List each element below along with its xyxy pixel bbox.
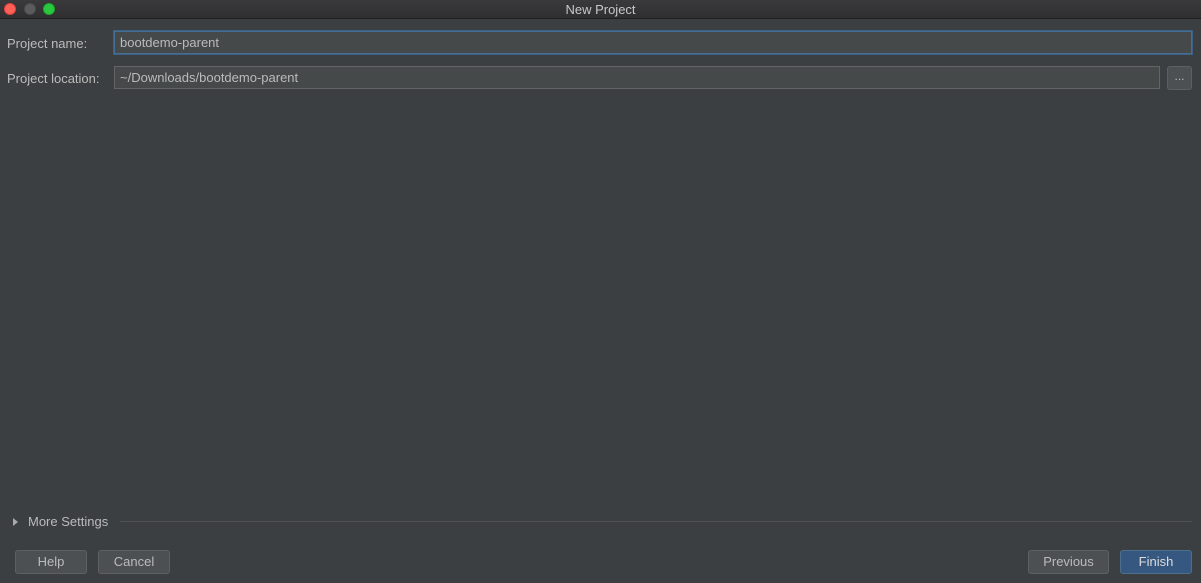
more-settings-toggle[interactable]: More Settings	[10, 513, 108, 530]
project-name-input[interactable]	[114, 31, 1192, 54]
help-button[interactable]: Help	[15, 550, 87, 574]
cancel-button[interactable]: Cancel	[98, 550, 170, 574]
previous-button[interactable]: Previous	[1028, 550, 1109, 574]
title-bar: New Project	[0, 0, 1201, 19]
project-location-input[interactable]	[114, 66, 1160, 89]
window-title: New Project	[565, 2, 636, 17]
more-settings-label: More Settings	[28, 514, 109, 529]
project-location-label: Project location:	[7, 71, 100, 86]
project-name-label: Project name:	[7, 36, 88, 51]
finish-button[interactable]: Finish	[1120, 550, 1192, 574]
more-settings-separator	[120, 521, 1192, 522]
chevron-right-icon	[13, 517, 18, 526]
browse-button[interactable]: ...	[1167, 66, 1192, 90]
